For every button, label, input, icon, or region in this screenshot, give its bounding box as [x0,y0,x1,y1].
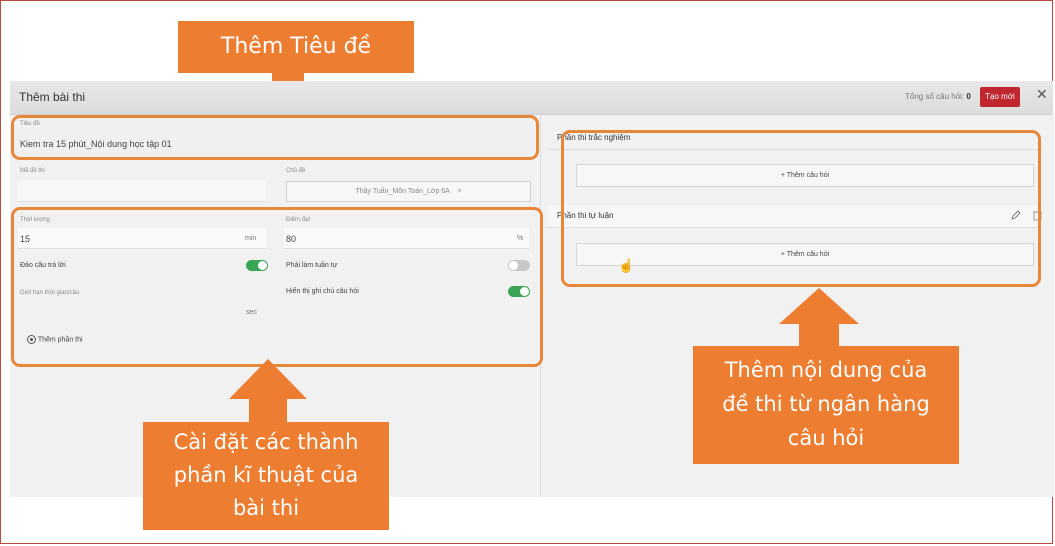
callout-question-bank-line-1: Thêm nội dung của [724,358,928,382]
callout-question-bank: Thêm nội dung của đề thi từ ngân hàng câ… [693,346,959,464]
app-header: Thêm bài thi Tổng số câu hỏi: 0 Tạo mới … [10,81,1053,115]
callout-add-title-text: Thêm Tiêu đề [220,34,372,59]
topic-value: Thầy Tuấn_Môn Toán_Lớp 6A [355,188,450,195]
callout-settings-line-3: bài thi [232,496,300,520]
topic-select[interactable]: Thầy Tuấn_Môn Toán_Lớp 6A > [286,181,531,202]
chevron-right-icon: > [457,188,462,195]
question-total-value: 0 [966,92,971,101]
callout-settings-line-2: phần kĩ thuật của [173,463,359,487]
exam-code-input[interactable] [18,180,266,202]
close-icon[interactable]: ✕ [1036,86,1048,103]
callout-question-bank-line-3: câu hỏi [787,426,865,450]
exam-code-label: Mã đề thi [20,168,45,174]
page-title: Thêm bài thi [19,90,86,104]
callout-add-title: Thêm Tiêu đề [178,21,414,73]
question-total-label: Tổng số câu hỏi: [905,92,965,101]
highlight-sections [561,130,1041,287]
arrow-up-to-settings [229,359,307,425]
arrow-up-to-sections [779,288,859,348]
highlight-settings [11,207,543,367]
create-button[interactable]: Tạo mới [980,87,1020,107]
highlight-title [11,115,539,160]
callout-settings: Cài đặt các thành phần kĩ thuật của bài … [143,422,389,530]
question-total: Tổng số câu hỏi: 0 [905,92,971,101]
callout-settings-line-1: Cài đặt các thành [173,430,359,454]
callout-question-bank-line-2: đề thi từ ngân hàng [722,392,930,416]
topic-label: Chủ đề [286,168,306,174]
